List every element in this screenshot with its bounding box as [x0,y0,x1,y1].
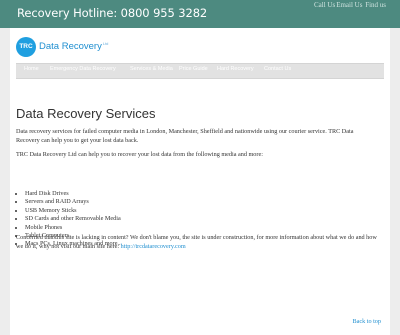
nav-item-home[interactable]: Home [24,66,39,72]
nav-item-contact[interactable]: Contact Us [264,66,291,72]
top-bar: Recovery Hotline: 0800 955 3282 Call UsE… [0,0,400,28]
page-container: TRC Data RecoveryLtd Home Emergency Data… [10,28,390,335]
nav-item-services[interactable]: Services & Media [130,66,173,72]
list-item: Mobile Phones [25,224,122,232]
concern-text: Concerned that this site is lacking in c… [16,234,377,250]
logo-text: Data RecoveryLtd [39,41,108,52]
list-item: USB Memory Sticks [25,207,122,215]
back-to-top-link[interactable]: Back to top [352,318,381,325]
find-us-link[interactable]: Find us [365,1,386,9]
recovery-hotline[interactable]: Recovery Hotline: 0800 955 3282 [17,6,207,20]
call-us-link[interactable]: Call Us [314,1,335,9]
list-item: SD Cards and other Removable Media [25,215,122,223]
site-logo[interactable]: TRC Data RecoveryLtd [16,37,126,59]
logo-name: Data Recovery [39,41,102,53]
top-links: Call UsEmail Us Find us [313,1,386,9]
email-us-link[interactable]: Email Us [336,1,362,9]
nav-item-emergency[interactable]: Emergency Data Recovery [50,66,116,72]
list-item: Hard Disk Drives [25,190,122,198]
main-site-link[interactable]: http://trcdatarecovery.com [121,243,186,250]
list-item: Servers and RAID Arrays [25,198,122,206]
intro-paragraph: Data recovery services for failed comput… [16,128,354,144]
page-title: Data Recovery Services [16,106,156,121]
logo-suffix: Ltd [102,41,109,46]
nav-item-price-guide[interactable]: Price Guide [179,66,208,72]
logo-badge: TRC [16,37,36,57]
nav-item-hard-recovery[interactable]: Hard Recovery [217,66,254,72]
main-nav: Home Emergency Data Recovery Services & … [16,63,384,79]
media-lead: TRC Data Recovery Ltd can help you to re… [16,151,263,158]
concern-paragraph: Concerned that this site is lacking in c… [16,233,384,251]
